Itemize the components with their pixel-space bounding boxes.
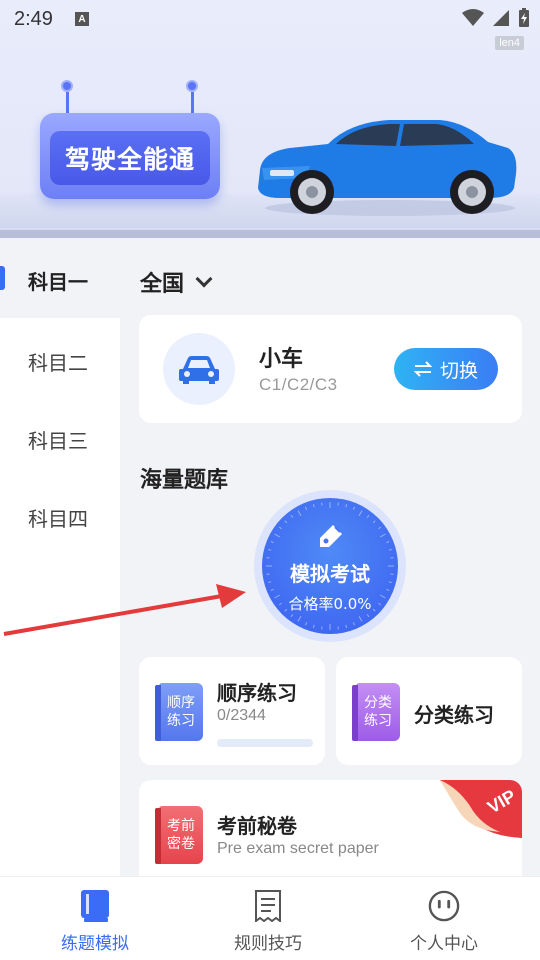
dial-tick: [274, 594, 281, 599]
secret-book-text: 考前 密卷: [167, 818, 195, 852]
dial-tick: [379, 533, 386, 538]
dial-tick: [278, 602, 282, 606]
dial-tick: [366, 514, 370, 518]
tab-profile-label: 个人中心: [410, 934, 478, 954]
category-book-icon: 分类 练习: [352, 683, 400, 741]
dial-tick: [268, 581, 272, 584]
vip-badge: VIP: [440, 780, 522, 838]
dial-tick: [378, 526, 382, 530]
battery-icon: [519, 8, 529, 27]
category-practice-card[interactable]: 分类 练习 分类练习: [336, 657, 522, 765]
pointer-arrow-icon: [3, 584, 246, 636]
sign-pin-right: [186, 80, 198, 92]
secret-paper-card[interactable]: 考前 密卷 考前秘卷 Pre exam secret paper VIP: [139, 780, 522, 890]
status-bar: 2:49 A: [0, 0, 540, 38]
swap-icon: [413, 361, 432, 377]
dial-tick: [388, 581, 392, 584]
banner-strip: [0, 230, 540, 238]
dial-tick: [358, 615, 363, 622]
dial-tick: [305, 622, 308, 626]
bottom-tab-bar: 练题模拟 规则技巧 个人中心: [0, 876, 540, 960]
mock-exam-button[interactable]: 模拟考试 合格率0.0%: [262, 498, 398, 634]
vehicle-card: 小车 C1/C2/C3 切换: [139, 315, 522, 423]
region-selector[interactable]: 全国: [140, 266, 213, 298]
vehicle-type-title: 小车: [259, 347, 304, 372]
sequential-progress-text: 0/2344: [217, 707, 266, 724]
question-bank-title: 海量题库: [140, 468, 229, 493]
dial-tick: [358, 510, 363, 517]
dial-tick: [278, 526, 282, 530]
dial-tick: [297, 510, 302, 517]
device-tag: len4: [495, 36, 524, 50]
nav-item-label: 科目一: [28, 270, 88, 294]
dial-tick: [388, 548, 392, 551]
nav-item-subject-3[interactable]: 科目三: [28, 425, 88, 454]
car-illustration: [250, 108, 520, 218]
pen-icon: [320, 525, 342, 547]
license-classes: C1/C2/C3: [259, 375, 338, 394]
active-indicator: [0, 266, 5, 290]
dial-tick: [379, 594, 386, 599]
dial-tick: [297, 615, 302, 622]
car-icon: [163, 333, 235, 405]
dial-tick: [305, 506, 308, 510]
document-icon: [252, 889, 284, 923]
sequential-book-text: 顺序 练习: [167, 695, 195, 729]
clock: 2:49: [14, 7, 53, 30]
dial-tick: [366, 614, 370, 618]
category-practice-title: 分类练习: [414, 703, 494, 727]
chevron-down-icon: [195, 270, 213, 288]
dial-tick: [270, 541, 274, 544]
switch-vehicle-button[interactable]: 切换: [394, 348, 498, 390]
secret-paper-title: 考前秘卷: [217, 814, 297, 838]
tab-rules[interactable]: 规则技巧: [178, 877, 358, 960]
dial-tick: [372, 520, 376, 524]
dial-tick: [284, 608, 288, 612]
dial-tick: [312, 504, 315, 508]
dial-tick: [274, 533, 281, 538]
sequential-practice-title: 顺序练习: [217, 681, 297, 705]
sign-pin-left: [61, 80, 73, 92]
dial-tick: [352, 506, 355, 510]
tab-profile[interactable]: 个人中心: [354, 877, 534, 960]
dial-tick: [345, 624, 348, 628]
sequential-book-icon: 顺序 练习: [155, 683, 203, 741]
dial-tick: [386, 588, 390, 591]
nav-item-subject-4[interactable]: 科目四: [28, 503, 88, 532]
nav-item-subject-1[interactable]: 科目一: [0, 238, 120, 318]
tab-practice[interactable]: 练题模拟: [5, 877, 185, 960]
secret-paper-subtitle: Pre exam secret paper: [217, 840, 379, 857]
nav-item-subject-2[interactable]: 科目二: [28, 347, 88, 376]
region-label: 全国: [140, 272, 185, 297]
switch-label: 切换: [439, 359, 478, 382]
notification-a-icon: A: [74, 12, 89, 26]
subject-nav: 科目一 科目二 科目三 科目四: [0, 238, 120, 878]
dial-tick: [378, 602, 382, 606]
dial-tick: [270, 588, 274, 591]
signal-icon: [493, 10, 509, 26]
app-sign: 驾驶全能通: [40, 113, 220, 199]
dial-tick: [372, 608, 376, 612]
status-icons: [462, 8, 530, 28]
app-sign-inner: 驾驶全能通: [50, 131, 210, 185]
dial-tick: [386, 541, 390, 544]
wifi-icon: [462, 9, 484, 26]
dial-tick: [290, 614, 294, 618]
sequential-progress-bar: [217, 739, 313, 747]
tab-rules-label: 规则技巧: [234, 934, 302, 954]
dial-tick: [352, 622, 355, 626]
app-name: 驾驶全能通: [64, 145, 195, 174]
dial-tick: [345, 504, 348, 508]
book-icon: [79, 889, 111, 923]
dial-tick: [284, 520, 288, 524]
dial-tick: [312, 624, 315, 628]
profile-face-icon: [428, 889, 460, 923]
dial-tick: [268, 548, 272, 551]
tab-practice-label: 练题模拟: [61, 934, 129, 954]
dial-tick: [290, 514, 294, 518]
sequential-practice-card[interactable]: 顺序 练习 顺序练习 0/2344: [139, 657, 325, 765]
category-book-text: 分类 练习: [364, 695, 392, 729]
exam-dial-ticks: [266, 502, 394, 630]
secret-book-icon: 考前 密卷: [155, 806, 203, 864]
